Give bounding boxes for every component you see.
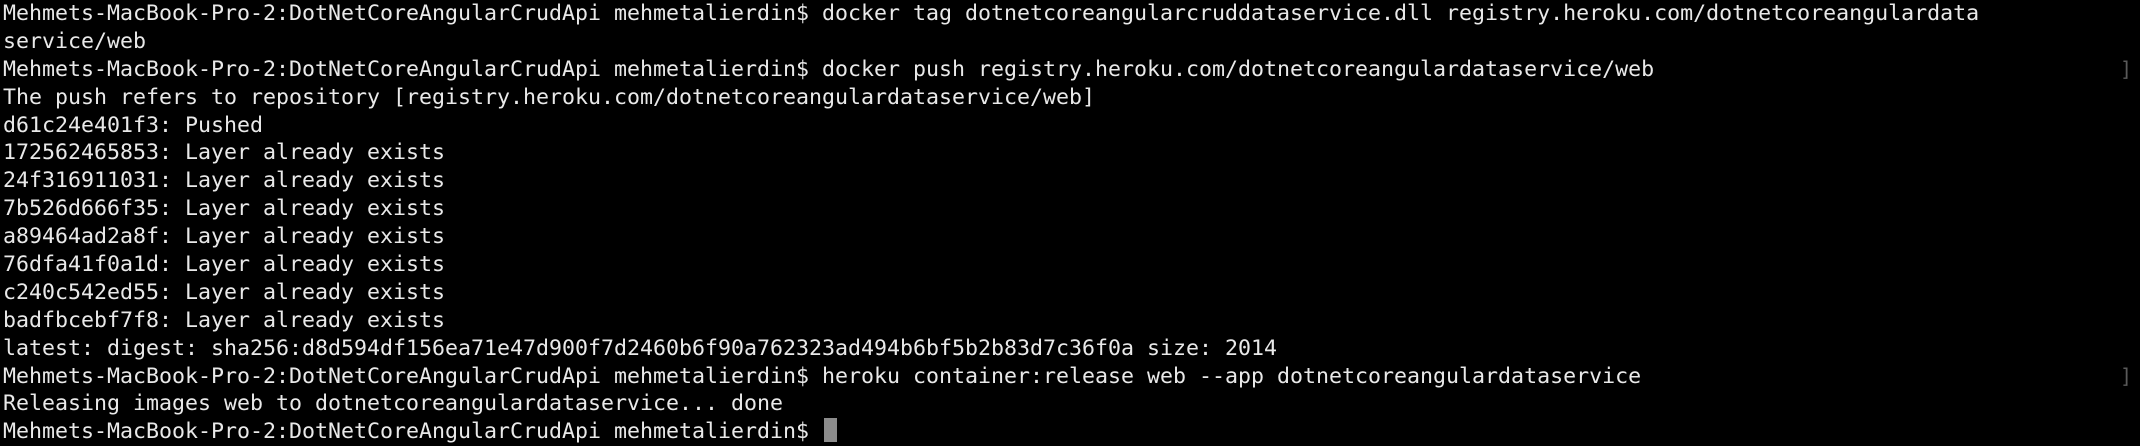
output-text: latest: digest: sha256:d8d594df156ea71e4… (3, 335, 1278, 361)
output-text: badfbcebf7f8: Layer already exists (3, 307, 446, 333)
shell-prompt: Mehmets-MacBook-Pro-2:DotNetCoreAngularC… (3, 419, 823, 445)
terminal-line: Releasing images web to dotnetcoreangula… (3, 390, 2140, 418)
output-text: d61c24e401f3: Pushed (3, 112, 264, 138)
terminal-line: 76dfa41f0a1d: Layer already exists (3, 251, 2140, 279)
output-text: 172562465853: Layer already exists (3, 140, 446, 166)
command-docker-tag: Mehmets-MacBook-Pro-2:DotNetCoreAngularC… (3, 1, 1980, 26)
terminal-line: service/web (3, 28, 2140, 56)
terminal-line: Mehmets-MacBook-Pro-2:DotNetCoreAngularC… (3, 56, 2140, 84)
command-heroku-release: Mehmets-MacBook-Pro-2:DotNetCoreAngularC… (3, 363, 1642, 389)
terminal-line: The push refers to repository [registry.… (3, 84, 2140, 112)
prompt-mark: ] (2119, 363, 2132, 388)
output-text: 24f316911031: Layer already exists (3, 168, 446, 194)
output-text: 7b526d666f35: Layer already exists (3, 196, 446, 222)
terminal-line: a89464ad2a8f: Layer already exists (3, 223, 2140, 251)
output-text: 76dfa41f0a1d: Layer already exists (3, 252, 446, 278)
terminal-window[interactable]: Mehmets-MacBook-Pro-2:DotNetCoreAngularC… (0, 0, 2140, 444)
terminal-line: badfbcebf7f8: Layer already exists (3, 307, 2140, 335)
terminal-line: c240c542ed55: Layer already exists (3, 279, 2140, 307)
terminal-line: d61c24e401f3: Pushed (3, 112, 2140, 140)
terminal-line: Mehmets-MacBook-Pro-2:DotNetCoreAngularC… (3, 418, 2140, 446)
terminal-line: latest: digest: sha256:d8d594df156ea71e4… (3, 335, 2140, 363)
terminal-line: Mehmets-MacBook-Pro-2:DotNetCoreAngularC… (3, 363, 2140, 391)
terminal-line: 7b526d666f35: Layer already exists (3, 195, 2140, 223)
terminal-line: 172562465853: Layer already exists (3, 139, 2140, 167)
command-docker-tag-wrap: service/web (3, 28, 147, 54)
text-cursor[interactable] (824, 418, 838, 443)
output-text: c240c542ed55: Layer already exists (3, 279, 446, 305)
command-docker-push: Mehmets-MacBook-Pro-2:DotNetCoreAngularC… (3, 56, 1655, 82)
terminal-line: 24f316911031: Layer already exists (3, 167, 2140, 195)
prompt-mark: ] (2119, 56, 2132, 81)
output-text: a89464ad2a8f: Layer already exists (3, 224, 446, 250)
terminal-line: Mehmets-MacBook-Pro-2:DotNetCoreAngularC… (3, 0, 2140, 28)
output-text: Releasing images web to dotnetcoreangula… (3, 391, 784, 417)
output-text: The push refers to repository [registry.… (3, 84, 1096, 110)
